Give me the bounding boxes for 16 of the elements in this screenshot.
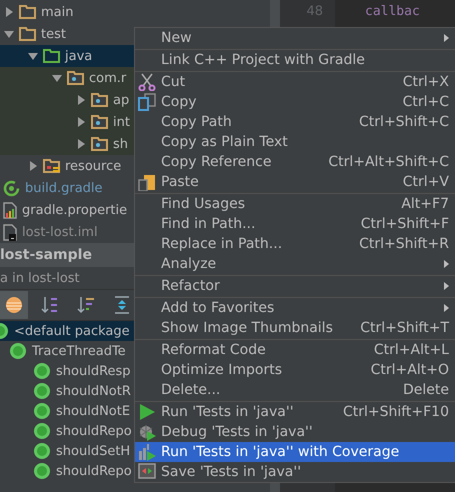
panel-title: lost-sample xyxy=(0,247,92,263)
panel-subtitle: a in lost-lost xyxy=(0,270,80,286)
menu-shortcut: Ctrl+C xyxy=(402,94,449,110)
menu-shortcut: Ctrl+Shift+F10 xyxy=(342,404,449,420)
menu-shortcut: Delete xyxy=(403,382,449,398)
menu-shortcut: Alt+F7 xyxy=(401,196,449,212)
code-line: callbac xyxy=(365,3,420,21)
menu-shortcut: Ctrl+Shift+C xyxy=(359,114,449,130)
menu-shortcut: Ctrl+Shift+R xyxy=(359,236,449,252)
menu-shortcut: Ctrl+Alt+Shift+C xyxy=(328,154,449,170)
menu-shortcut: Ctrl+Alt+O xyxy=(370,362,449,378)
menu-shortcut: Ctrl+V xyxy=(402,174,449,190)
menu-shortcut: Ctrl+Alt+L xyxy=(374,342,449,358)
menu-shortcut: Ctrl+X xyxy=(402,74,449,90)
menu-shortcut: Ctrl+Shift+F xyxy=(360,216,449,232)
menu-shortcut: Ctrl+Shift+T xyxy=(360,320,449,336)
